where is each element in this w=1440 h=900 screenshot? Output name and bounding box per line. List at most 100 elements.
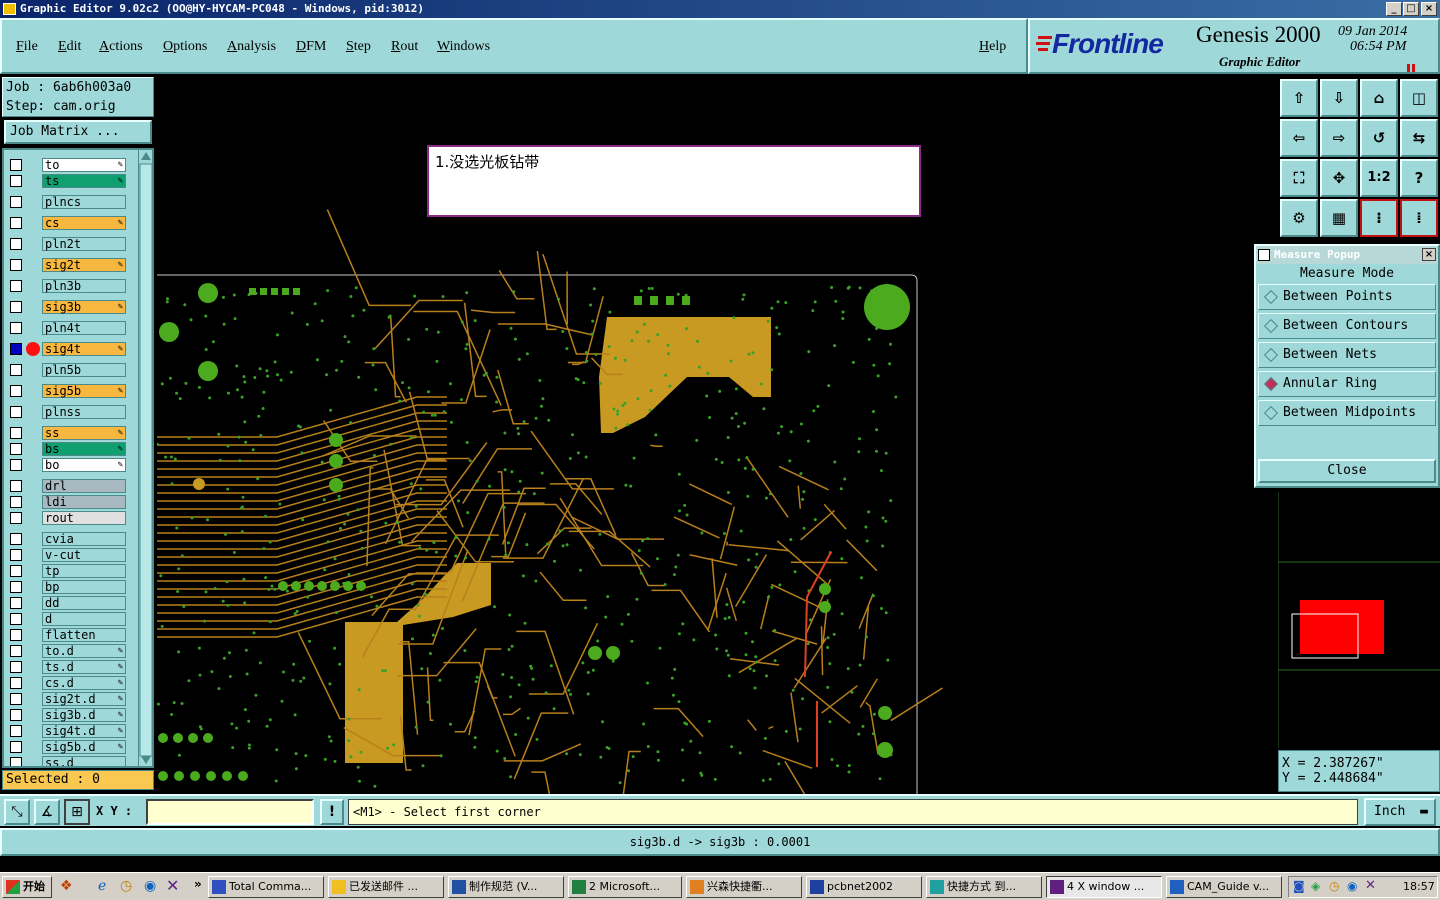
layer-row-plncs[interactable]: plncs	[8, 195, 128, 209]
task-total-commander[interactable]: Total Comma...	[208, 876, 324, 898]
layer-checkbox[interactable]	[10, 217, 22, 229]
measure-annular-ring[interactable]: Annular Ring	[1258, 371, 1436, 397]
layer-row-ts[interactable]: ts ✎	[8, 174, 128, 188]
layer-name[interactable]: plncs	[42, 195, 126, 209]
layer-name[interactable]: pln4t	[42, 321, 126, 335]
layer-checkbox[interactable]	[10, 238, 22, 250]
layer-row-bo[interactable]: bo ✎	[8, 458, 128, 472]
layer-checkbox[interactable]	[10, 427, 22, 439]
help-icon[interactable]: ?	[1400, 159, 1438, 197]
layer-row-ss.d[interactable]: ss.d	[8, 756, 128, 766]
layer-checkbox[interactable]	[10, 533, 22, 545]
measure-between-nets[interactable]: Between Nets	[1258, 342, 1436, 368]
layer-row-pln4t[interactable]: pln4t	[8, 321, 128, 335]
layer-name[interactable]: pln3b	[42, 279, 126, 293]
layer-name[interactable]: to ✎	[42, 158, 126, 172]
tray-app-icon[interactable]: ◉	[1347, 879, 1357, 893]
task-shortcut[interactable]: 快捷方式 到...	[926, 876, 1042, 898]
layer-checkbox[interactable]	[10, 725, 22, 737]
task-xwindow[interactable]: 4 X window ...	[1046, 876, 1162, 898]
layer-row-pln5b[interactable]: pln5b	[8, 363, 128, 377]
snap-alt-icon[interactable]: ⁞	[1400, 199, 1438, 237]
job-matrix-button[interactable]: Job Matrix ...	[4, 120, 152, 144]
swap-icon[interactable]: ⇆	[1400, 119, 1438, 157]
layer-checkbox[interactable]	[10, 175, 22, 187]
layer-checkbox[interactable]	[10, 597, 22, 609]
layer-row-sig3b.d[interactable]: sig3b.d ✎	[8, 708, 128, 722]
layer-row-bs[interactable]: bs ✎	[8, 442, 128, 456]
layer-name[interactable]: d	[42, 612, 126, 626]
menu-actions[interactable]: Actions	[99, 39, 143, 55]
menu-dfm[interactable]: DFM	[296, 39, 326, 55]
layer-checkbox[interactable]	[10, 565, 22, 577]
ie-icon[interactable]: ℯ	[98, 878, 106, 894]
info-icon[interactable]: !	[320, 799, 344, 825]
popup-close-icon[interactable]: ×	[1422, 248, 1436, 261]
layer-name[interactable]: pln5b	[42, 363, 126, 377]
layer-row-sig3b[interactable]: sig3b ✎	[8, 300, 128, 314]
minimize-button[interactable]: _	[1386, 2, 1402, 16]
layer-row-ss[interactable]: ss ✎	[8, 426, 128, 440]
layer-checkbox[interactable]	[10, 159, 22, 171]
task-spec-doc[interactable]: 制作规范 (V...	[448, 876, 564, 898]
layer-name[interactable]: sig5b ✎	[42, 384, 126, 398]
layer-name[interactable]: sig4t.d ✎	[42, 724, 126, 738]
layer-row-to[interactable]: to ✎	[8, 158, 128, 172]
measure-between-midpoints[interactable]: Between Midpoints	[1258, 400, 1436, 426]
layer-row-sig5b.d[interactable]: sig5b.d ✎	[8, 740, 128, 754]
snap-icon[interactable]: ⁝	[1360, 199, 1398, 237]
layer-row-pln2t[interactable]: pln2t	[8, 237, 128, 251]
layer-checkbox[interactable]	[10, 549, 22, 561]
layer-checkbox[interactable]	[10, 385, 22, 397]
task-pcbnet[interactable]: pcbnet2002	[806, 876, 922, 898]
menu-help[interactable]: Help	[979, 39, 1006, 55]
layer-name[interactable]: plnss	[42, 405, 126, 419]
layer-row-bp[interactable]: bp	[8, 580, 128, 594]
layer-checkbox[interactable]	[10, 496, 22, 508]
layer-name[interactable]: pln2t	[42, 237, 126, 251]
layer-name[interactable]: tp	[42, 564, 126, 578]
layer-name[interactable]: v-cut	[42, 548, 126, 562]
menu-file[interactable]: File	[16, 39, 38, 55]
grid-snap-icon[interactable]: ⊞	[64, 799, 90, 825]
layer-name[interactable]: rout	[42, 511, 126, 525]
layer-name[interactable]: dd	[42, 596, 126, 610]
layer-checkbox[interactable]	[10, 259, 22, 271]
layer-scrollbar[interactable]	[138, 150, 153, 766]
layer-checkbox[interactable]	[10, 741, 22, 753]
layer-name[interactable]: sig3b ✎	[42, 300, 126, 314]
zoom-home-icon[interactable]: ⇧	[1280, 79, 1318, 117]
task-xingsen[interactable]: 兴森快捷衢...	[686, 876, 802, 898]
layer-row-tp[interactable]: tp	[8, 564, 128, 578]
layer-row-cs[interactable]: cs ✎	[8, 216, 128, 230]
layer-row-rout[interactable]: rout	[8, 511, 128, 525]
layer-row-sig4t.d[interactable]: sig4t.d ✎	[8, 724, 128, 738]
layer-checkbox[interactable]	[10, 343, 22, 355]
layer-name[interactable]: ts ✎	[42, 174, 126, 188]
layer-row-cs.d[interactable]: cs.d ✎	[8, 676, 128, 690]
layer-name[interactable]: flatten	[42, 628, 126, 642]
layer-name[interactable]: sig4t ✎	[42, 342, 126, 356]
layer-name[interactable]: bp	[42, 580, 126, 594]
layer-checkbox[interactable]	[10, 709, 22, 721]
grid-icon[interactable]: ▦	[1320, 199, 1358, 237]
layer-row-flatten[interactable]: flatten	[8, 628, 128, 642]
quicklaunch-icon[interactable]: ❖	[60, 878, 73, 894]
task-sent-mail[interactable]: 已发送邮件 ...	[328, 876, 444, 898]
clock-app-icon[interactable]: ◷	[120, 878, 132, 894]
tray-xwindow-icon[interactable]: ✕	[1365, 878, 1376, 893]
layer-row-sig2t[interactable]: sig2t ✎	[8, 258, 128, 272]
layer-checkbox[interactable]	[10, 364, 22, 376]
center-icon[interactable]: ✥	[1320, 159, 1358, 197]
zoom-out-icon[interactable]: ⇩	[1320, 79, 1358, 117]
layer-row-dd[interactable]: dd	[8, 596, 128, 610]
layer-name[interactable]: cs.d ✎	[42, 676, 126, 690]
layer-name[interactable]: sig2t ✎	[42, 258, 126, 272]
pan-right-icon[interactable]: ⇨	[1320, 119, 1358, 157]
tray-network-icon[interactable]: ◈	[1311, 879, 1320, 893]
layer-name[interactable]: ts.d ✎	[42, 660, 126, 674]
layer-checkbox[interactable]	[10, 322, 22, 334]
layer-row-drl[interactable]: drl	[8, 479, 128, 493]
layer-checkbox[interactable]	[10, 406, 22, 418]
layer-checkbox[interactable]	[10, 661, 22, 673]
